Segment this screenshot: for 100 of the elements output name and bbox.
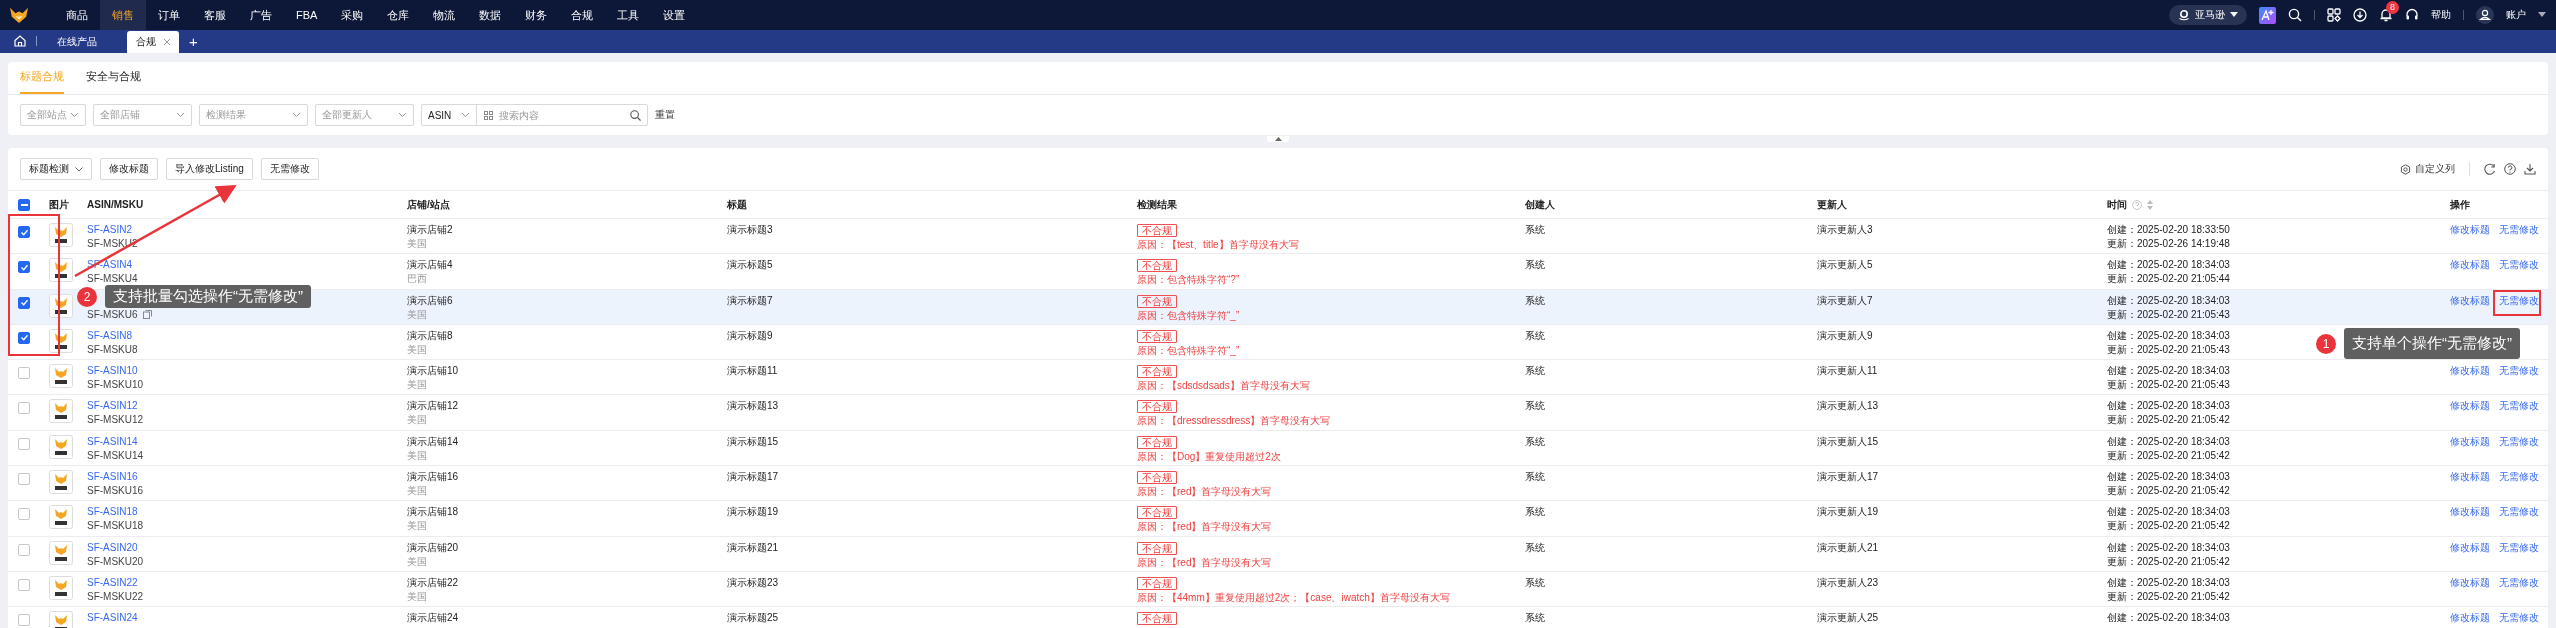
toolbar-button[interactable]: 无需修改 [260, 158, 319, 180]
reset-link[interactable]: 重置 [655, 108, 675, 122]
toolbar-button[interactable]: 修改标题 [100, 158, 158, 180]
action-link[interactable]: 无需修改 [2499, 294, 2539, 307]
copy-icon[interactable] [142, 310, 152, 320]
nav-item[interactable]: 财务 [513, 0, 560, 30]
bell-icon[interactable] [2379, 8, 2393, 22]
search-icon[interactable] [630, 109, 641, 121]
updated-time: 更新：2025-02-20 21:05:42 [2107, 520, 2230, 533]
updater-name: 演示更新人15 [1817, 435, 1879, 447]
filter-dropdown[interactable]: 检测结果 [199, 104, 308, 126]
nav-item[interactable]: 仓库 [375, 0, 422, 30]
refresh-icon[interactable] [2484, 163, 2496, 175]
row-checkbox[interactable] [18, 402, 30, 415]
page-tab[interactable]: 合规 [127, 31, 179, 53]
nav-item[interactable]: 物流 [421, 0, 468, 30]
sub-tab[interactable]: 安全与合规 [86, 70, 141, 94]
row-checkbox[interactable] [18, 437, 30, 450]
nav-item[interactable]: 设置 [651, 0, 698, 30]
nav-item[interactable]: 采购 [329, 0, 376, 30]
page-tab[interactable]: 在线产品 [47, 31, 107, 53]
action-link[interactable]: 无需修改 [2499, 612, 2539, 625]
action-link[interactable]: 无需修改 [2499, 224, 2539, 236]
action-link[interactable]: 修改标题 [2450, 612, 2490, 625]
filter-dropdown[interactable]: 全部店铺 [93, 104, 192, 126]
home-icon[interactable] [14, 35, 26, 47]
action-link[interactable]: 修改标题 [2450, 471, 2490, 484]
action-link[interactable]: 无需修改 [2499, 435, 2539, 448]
search-field[interactable]: 搜索内容 [476, 104, 648, 126]
nav-item[interactable]: 广告 [238, 0, 284, 30]
status-tag: 不合规 [1137, 259, 1177, 273]
search-icon[interactable] [2288, 8, 2302, 22]
action-link[interactable]: 无需修改 [2499, 365, 2539, 378]
add-tab-button[interactable]: + [189, 33, 198, 50]
updated-time: 更新：2025-02-20 21:05:43 [2107, 343, 2230, 356]
asin-link[interactable]: SF-ASIN2 [87, 224, 132, 236]
action-link[interactable]: 修改标题 [2450, 365, 2490, 378]
row-checkbox[interactable] [18, 296, 30, 309]
asin-link[interactable]: SF-ASIN18 [87, 506, 138, 519]
row-checkbox[interactable] [18, 367, 30, 380]
headset-icon[interactable] [2405, 8, 2419, 22]
asin-link[interactable]: SF-ASIN12 [87, 400, 138, 413]
customize-columns-link[interactable]: 自定义列 [2415, 162, 2455, 176]
action-link[interactable]: 无需修改 [2499, 259, 2539, 272]
settings-icon[interactable] [2400, 163, 2411, 175]
nav-item[interactable]: 工具 [605, 0, 652, 30]
toolbar-button[interactable]: 标题检测 [20, 158, 92, 180]
asin-link[interactable]: SF-ASIN10 [87, 365, 138, 378]
asin-link[interactable]: SF-ASIN20 [87, 541, 138, 554]
title-text: 演示标题11 [727, 365, 778, 377]
site-name: 美国 [407, 449, 427, 462]
action-link[interactable]: 无需修改 [2499, 471, 2539, 484]
action-link[interactable]: 无需修改 [2499, 576, 2539, 589]
filter-dropdown[interactable]: 全部站点 [20, 104, 86, 126]
search-type-dropdown[interactable]: ASIN [421, 104, 477, 126]
asin-link[interactable]: SF-ASIN22 [87, 576, 138, 589]
action-link[interactable]: 修改标题 [2450, 259, 2490, 272]
action-link[interactable]: 修改标题 [2450, 541, 2490, 554]
nav-item[interactable]: 销售 [100, 0, 146, 30]
row-checkbox[interactable] [18, 226, 30, 238]
help-icon[interactable] [2504, 163, 2516, 175]
nav-item[interactable]: 商品 [54, 0, 100, 30]
action-link[interactable]: 无需修改 [2499, 541, 2539, 554]
marketplace-selector[interactable]: 亚马逊 [2169, 5, 2247, 25]
filter-dropdown[interactable]: 全部更新人 [315, 104, 414, 126]
action-link[interactable]: 修改标题 [2450, 224, 2490, 236]
asin-link[interactable]: SF-ASIN8 [87, 329, 132, 342]
help-link[interactable]: 帮助 [2431, 8, 2451, 22]
action-link[interactable]: 修改标题 [2450, 435, 2490, 448]
action-link[interactable]: 修改标题 [2450, 576, 2490, 589]
select-all-checkbox[interactable] [18, 198, 30, 211]
grid-icon[interactable] [2327, 8, 2341, 22]
row-checkbox[interactable] [18, 543, 30, 556]
action-link[interactable]: 修改标题 [2450, 294, 2490, 307]
asin-link[interactable]: SF-ASIN24 [87, 612, 138, 625]
row-checkbox[interactable] [18, 331, 30, 344]
asin-link[interactable]: SF-ASIN16 [87, 471, 138, 484]
action-link[interactable]: 修改标题 [2450, 506, 2490, 519]
row-checkbox[interactable] [18, 473, 30, 486]
nav-item[interactable]: 合规 [559, 0, 606, 30]
caret-icon [2230, 12, 2238, 18]
asin-link[interactable]: SF-ASIN14 [87, 435, 138, 448]
avatar-icon[interactable] [2476, 6, 2494, 24]
action-link[interactable]: 无需修改 [2499, 400, 2539, 413]
action-link[interactable]: 修改标题 [2450, 400, 2490, 413]
collapse-handle[interactable] [1267, 136, 1289, 142]
nav-item[interactable]: 数据 [467, 0, 514, 30]
row-checkbox[interactable] [18, 578, 30, 591]
row-checkbox[interactable] [18, 508, 30, 521]
row-checkbox[interactable] [18, 261, 30, 274]
nav-item[interactable]: 订单 [146, 0, 192, 30]
download-icon[interactable] [2524, 163, 2536, 175]
nav-item[interactable]: 客服 [192, 0, 238, 30]
nav-item[interactable]: FBA [284, 0, 330, 30]
row-checkbox[interactable] [18, 614, 30, 627]
account-menu[interactable]: 账户 [2506, 8, 2526, 22]
sparkle-square-icon[interactable] [2259, 6, 2276, 24]
close-icon[interactable] [163, 38, 171, 46]
toolbar-button[interactable]: 导入修改Listing [166, 158, 253, 180]
action-link[interactable]: 无需修改 [2499, 506, 2539, 519]
